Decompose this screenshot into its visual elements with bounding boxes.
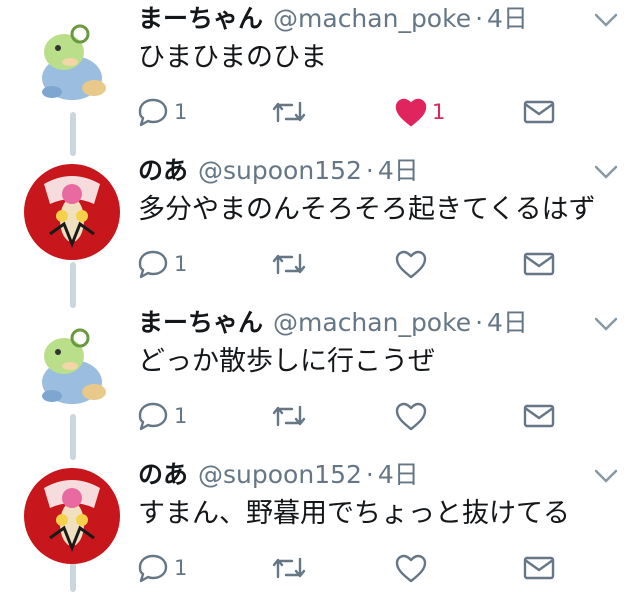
display-name[interactable]: まーちゃん <box>138 4 263 33</box>
avatar[interactable] <box>24 316 120 412</box>
reply-button[interactable]: 1 <box>136 244 187 284</box>
timestamp[interactable]: 4日 <box>378 156 419 185</box>
reply-count: 1 <box>174 404 188 428</box>
red-pokemon-avatar-icon <box>24 164 120 260</box>
timestamp[interactable]: 4日 <box>378 460 419 489</box>
share-button[interactable] <box>522 396 556 436</box>
reply-icon <box>138 554 168 583</box>
heart-icon <box>395 402 427 431</box>
green-pokemon-avatar-icon <box>24 12 120 108</box>
green-pokemon-avatar-icon <box>24 316 120 412</box>
retweet-icon <box>272 405 306 427</box>
chevron-down-icon[interactable] <box>592 314 620 334</box>
retweet-button[interactable] <box>270 244 312 284</box>
like-count: 1 <box>432 100 446 124</box>
reply-count: 1 <box>174 556 188 580</box>
envelope-icon <box>523 404 555 428</box>
reply-button[interactable]: 1 <box>136 548 187 588</box>
retweet-icon <box>272 557 306 579</box>
timestamp[interactable]: 4日 <box>487 4 528 33</box>
avatar[interactable] <box>24 468 120 564</box>
user-handle[interactable]: @supoon152 <box>198 460 362 489</box>
envelope-icon <box>523 556 555 580</box>
heart-icon <box>395 250 427 279</box>
retweet-icon <box>272 253 306 275</box>
tweet-actions: 1 <box>130 244 610 284</box>
reply-count: 1 <box>174 100 188 124</box>
share-button[interactable] <box>522 548 556 588</box>
tweet-actions: 1 <box>130 396 610 436</box>
reply-icon <box>138 98 168 127</box>
separator-dot: · <box>365 156 374 185</box>
heart-icon <box>395 554 427 583</box>
retweet-button[interactable] <box>270 92 312 132</box>
separator-dot: · <box>365 460 374 489</box>
tweet-text: どっか散歩しに行こうぜ <box>138 346 435 377</box>
retweet-icon <box>272 101 306 123</box>
display-name[interactable]: のあ <box>138 156 188 185</box>
reply-button[interactable]: 1 <box>136 396 187 436</box>
display-name[interactable]: のあ <box>138 460 188 489</box>
separator-dot: · <box>475 308 484 337</box>
tweet-actions: 1 <box>130 548 610 588</box>
separator-dot: · <box>475 4 484 33</box>
tweet-text: ひまひまのひま <box>138 42 327 73</box>
retweet-button[interactable] <box>270 396 312 436</box>
chevron-down-icon[interactable] <box>592 466 620 486</box>
reply-count: 1 <box>174 252 188 276</box>
tweet[interactable]: まーちゃん @machan_poke · 4日 どっか散歩しに行こうぜ 1 <box>0 304 640 454</box>
envelope-icon <box>523 252 555 276</box>
timestamp[interactable]: 4日 <box>487 308 528 337</box>
retweet-button[interactable] <box>270 548 312 588</box>
heart-icon <box>395 98 427 127</box>
reply-button[interactable]: 1 <box>136 92 187 132</box>
tweet[interactable]: まーちゃん @machan_poke · 4日 ひまひまのひま 1 1 <box>0 0 640 150</box>
user-handle[interactable]: @machan_poke <box>273 308 471 337</box>
tweet-text: すまん、野暮用でちょっと抜けてる <box>138 498 570 529</box>
chevron-down-icon[interactable] <box>592 10 620 30</box>
like-button[interactable] <box>394 244 432 284</box>
tweet-actions: 1 1 <box>130 92 610 132</box>
user-handle[interactable]: @supoon152 <box>198 156 362 185</box>
avatar[interactable] <box>24 164 120 260</box>
envelope-icon <box>523 100 555 124</box>
display-name[interactable]: まーちゃん <box>138 308 263 337</box>
reply-icon <box>138 250 168 279</box>
share-button[interactable] <box>522 244 556 284</box>
tweet[interactable]: のあ @supoon152 · 4日 多分やまのんそろそろ起きてくるはず 1 <box>0 152 640 302</box>
red-pokemon-avatar-icon <box>24 468 120 564</box>
share-button[interactable] <box>522 92 556 132</box>
tweet-text: 多分やまのんそろそろ起きてくるはず <box>138 194 596 225</box>
like-button[interactable] <box>394 396 432 436</box>
chevron-down-icon[interactable] <box>592 162 620 182</box>
like-button[interactable] <box>394 548 432 588</box>
like-button[interactable]: 1 <box>394 92 445 132</box>
tweet[interactable]: のあ @supoon152 · 4日 すまん、野暮用でちょっと抜けてる 1 <box>0 456 640 606</box>
avatar[interactable] <box>24 12 120 108</box>
reply-icon <box>138 402 168 431</box>
user-handle[interactable]: @machan_poke <box>273 4 471 33</box>
